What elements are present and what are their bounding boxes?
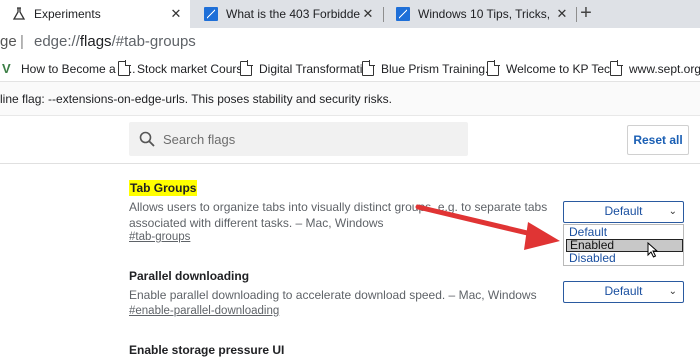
mouse-cursor-icon [647,242,659,258]
flag-description: Enable parallel downloading to accelerat… [129,288,537,302]
chevron-down-icon: ⌄ [668,286,677,297]
flag-title: Enable storage pressure UI [129,343,285,357]
flag-title: Parallel downloading [129,269,250,283]
select-value: Default [604,284,643,298]
parallel-downloading-select[interactable]: Default ⌄ [563,281,684,303]
flag-link[interactable]: #enable-parallel-downloading [129,305,279,317]
